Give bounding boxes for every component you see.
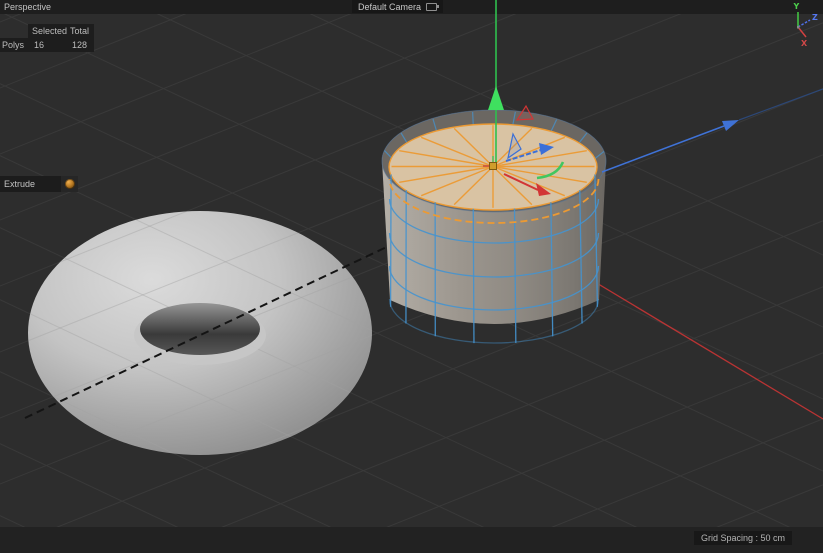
extrude-tool-icon	[64, 179, 75, 189]
axis-x-label: X	[801, 39, 808, 48]
world-z-axis-line	[601, 125, 725, 173]
view-mode-menu[interactable]: Perspective	[4, 0, 51, 14]
camera-menu[interactable]: Default Camera	[352, 0, 444, 13]
gizmo-x-arrowhead[interactable]	[536, 183, 551, 196]
cylinder-body[interactable]	[382, 110, 606, 324]
gizmo-z-arrow[interactable]	[505, 149, 542, 162]
cylinder-object[interactable]	[381, 109, 607, 344]
floor-grid	[0, 14, 823, 527]
stats-col-selected: Selected	[32, 26, 68, 36]
cap-rim-highlight	[388, 123, 598, 211]
grid-over-torus	[28, 211, 372, 455]
grid-spacing-readout: Grid Spacing : 50 cm	[693, 531, 792, 545]
stats-header: Selected Total	[28, 24, 94, 38]
world-z-axis-arrowhead	[722, 120, 739, 131]
move-gizmo[interactable]	[483, 104, 565, 196]
stats-row-polys: Polys 16 128	[0, 38, 94, 52]
torus-object[interactable]	[0, 0, 823, 553]
active-tool-icon-button[interactable]	[61, 176, 78, 192]
gizmo-rotate-band-green[interactable]	[536, 161, 565, 180]
world-x-axis-line	[559, 260, 823, 420]
cap-radial-edges	[391, 125, 595, 208]
gizmo-x-arrow[interactable]	[503, 173, 539, 191]
torus-hole	[140, 303, 260, 355]
world-negative-axis-dashed-line	[24, 243, 394, 419]
cylinder-top-rim	[382, 110, 606, 212]
gizmo-plane-handle-red[interactable]	[515, 104, 534, 121]
axis-z-label: Z	[812, 13, 818, 22]
cylinder-wireframe	[389, 174, 599, 344]
stats-total-count: 128	[72, 40, 88, 50]
stats-selected-count: 16	[34, 40, 45, 50]
world-z-axis-far-line	[738, 88, 823, 121]
gizmo-z-arrowhead[interactable]	[539, 143, 554, 155]
selected-edge-loop	[388, 178, 600, 224]
cylinder-edge-loops	[388, 198, 600, 344]
gizmo-y-arrowhead[interactable]	[488, 86, 504, 110]
gizmo-plane-handle-blue[interactable]	[507, 132, 522, 160]
gizmo-center-handle[interactable]	[489, 162, 497, 170]
selected-cap-face[interactable]	[389, 124, 597, 210]
camera-menu-icon[interactable]	[426, 2, 440, 11]
stats-col-total: Total	[70, 26, 90, 36]
camera-label: Default Camera	[358, 1, 422, 12]
active-tool-label[interactable]: Extrude	[0, 176, 62, 192]
scene-canvas: Y Z X	[0, 0, 823, 553]
stats-row-label: Polys	[2, 40, 25, 50]
viewport[interactable]: Y Z X Perspective Default Camera Selecte…	[0, 0, 823, 553]
rim-edge-ticks	[384, 111, 605, 160]
